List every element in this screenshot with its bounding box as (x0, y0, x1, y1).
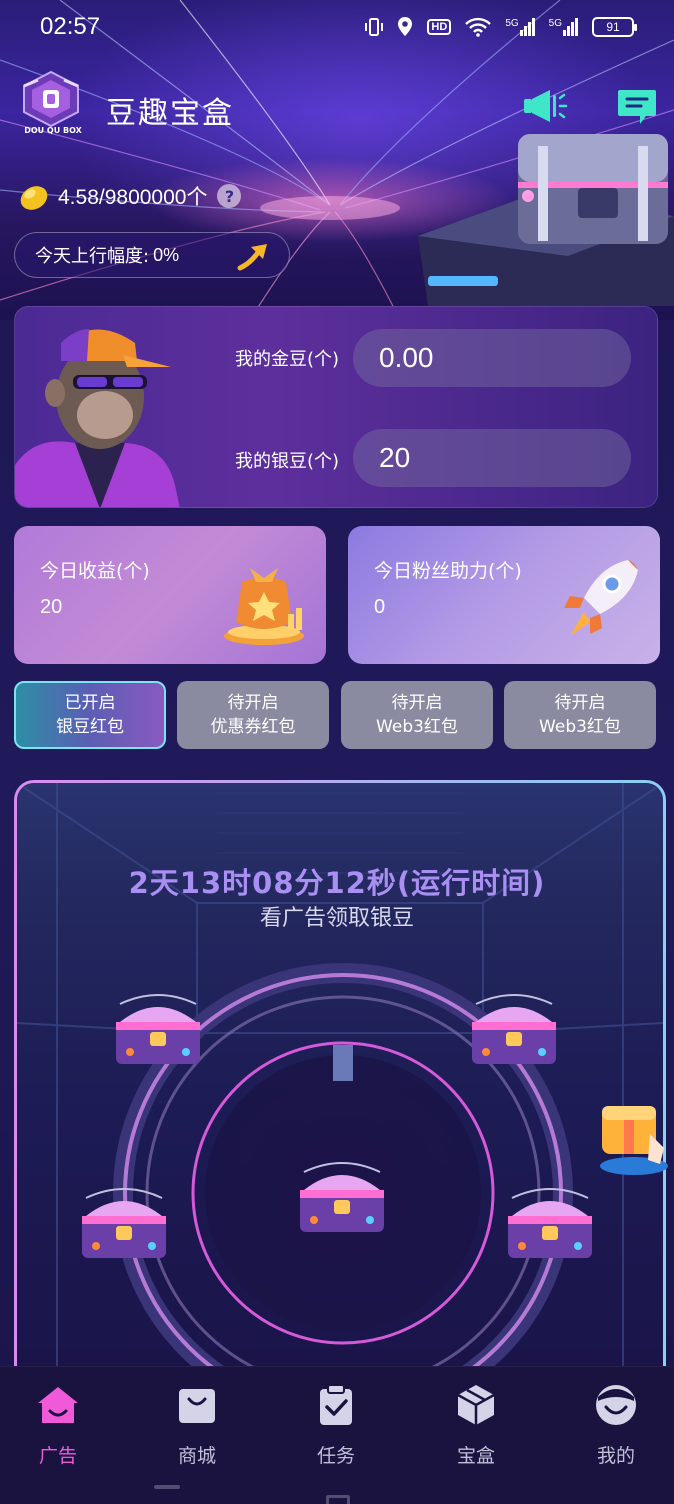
vibrate-icon (365, 18, 384, 36)
clipboard-check-icon (320, 1384, 352, 1425)
app-logo: DOU QU BOX (18, 70, 84, 140)
rocket-icon (564, 560, 638, 636)
app-title: 豆趣宝盒 (106, 96, 234, 131)
monkey-avatar (15, 329, 180, 507)
treasure-chest-illustration (418, 134, 674, 306)
status-bar: 02:57 HD 5G 5G 91 (0, 0, 674, 54)
profile-icon (596, 1385, 636, 1425)
trend-label: 今天上行幅度: (35, 246, 150, 267)
signal-5g-icon: 5G (549, 18, 578, 36)
today-earnings-card[interactable]: 今日收益(个) 20 (14, 526, 326, 664)
nav-label: 广告 (38, 1445, 77, 1467)
gold-bean-value: 0.00 (353, 329, 631, 387)
bean-total-value: 4.58/9800000个 (58, 186, 208, 209)
runtime-counter: 2天13时08分12秒(运行时间) (128, 866, 546, 900)
tab-web3-packet[interactable]: 待开启 Web3红包 (341, 681, 493, 749)
battery-icon: 91 (592, 17, 637, 37)
trend-value: 0% (153, 244, 180, 265)
location-icon (398, 17, 413, 36)
nav-item-mall[interactable]: 商城 (157, 1383, 237, 1468)
nav-item-profile[interactable]: 我的 (576, 1383, 656, 1468)
balance-card: 我的金豆(个) 0.00 我的银豆(个) 20 (14, 306, 658, 508)
trend-up-arrow-icon (237, 244, 267, 271)
megaphone-icon[interactable] (522, 86, 568, 126)
tab-status-label: 待开启 (554, 693, 606, 713)
fans-boost-value: 0 (374, 596, 386, 618)
bottom-nav: 广告 商城 任务 宝盒 我的 (0, 1366, 674, 1504)
nav-label: 宝盒 (456, 1445, 495, 1467)
silver-bean-value: 20 (353, 429, 631, 487)
nav-item-ads[interactable]: 广告 (18, 1383, 98, 1468)
treasure-chest-icon[interactable] (502, 1186, 598, 1264)
tab-status-label: 已开启 (64, 693, 116, 713)
treasure-chest-icon[interactable] (110, 992, 206, 1070)
gesture-bar (154, 1485, 180, 1489)
nav-label: 我的 (596, 1445, 635, 1467)
message-icon[interactable] (616, 86, 658, 126)
help-icon[interactable]: ? (217, 184, 242, 208)
tab-type-label: Web3红包 (539, 717, 621, 737)
money-bag-icon (224, 568, 304, 645)
status-icons: HD 5G 5G 91 (365, 16, 637, 38)
tab-status-label: 待开启 (227, 693, 279, 713)
nav-label: 任务 (316, 1445, 355, 1467)
fans-boost-card[interactable]: 今日粉丝助力(个) 0 (348, 526, 660, 664)
treasure-chest-icon[interactable] (466, 992, 562, 1070)
bean-progress: 4.58/9800000个 ? (14, 178, 242, 214)
tab-silver-bean-packet[interactable]: 已开启 银豆红包 (14, 681, 166, 749)
home-gesture (326, 1495, 350, 1504)
shopping-bag-icon (179, 1389, 215, 1423)
gold-bean-icon (20, 186, 48, 210)
logo-text: DOU QU BOX (24, 126, 82, 135)
nav-label: 商城 (177, 1445, 216, 1467)
treasure-chest-icon[interactable] (294, 1160, 390, 1238)
wifi-icon (465, 17, 492, 37)
tab-type-label: Web3红包 (376, 717, 458, 737)
gold-bean-label: 我的金豆(个) (235, 349, 340, 370)
hd-icon: HD (427, 19, 452, 35)
trend-pill: 今天上行幅度: 0% (14, 232, 290, 278)
tab-type-label: 银豆红包 (56, 717, 124, 737)
tab-coupon-packet[interactable]: 待开启 优惠券红包 (177, 681, 329, 749)
floating-gift-icon[interactable] (594, 1094, 674, 1178)
today-earnings-value: 20 (40, 596, 63, 618)
signal-5g-label: 5G (548, 18, 562, 29)
nav-item-box[interactable]: 宝盒 (436, 1383, 516, 1468)
home-icon (38, 1387, 78, 1423)
tab-web3-packet-2[interactable]: 待开启 Web3红包 (504, 681, 656, 749)
silver-bean-label: 我的银豆(个) (235, 451, 340, 472)
today-earnings-title: 今日收益(个) (40, 560, 150, 582)
tab-status-label: 待开启 (391, 693, 443, 713)
fans-boost-title: 今日粉丝助力(个) (374, 560, 522, 582)
nav-item-tasks[interactable]: 任务 (296, 1383, 376, 1468)
treasure-chest-icon[interactable] (76, 1186, 172, 1264)
tab-type-label: 优惠券红包 (210, 717, 296, 737)
status-time: 02:57 (40, 13, 101, 40)
signal-5g-label: 5G (505, 18, 519, 29)
ad-subtitle: 看广告领取银豆 (259, 906, 414, 931)
box-icon (457, 1385, 495, 1425)
signal-5g-icon: 5G (505, 18, 535, 36)
